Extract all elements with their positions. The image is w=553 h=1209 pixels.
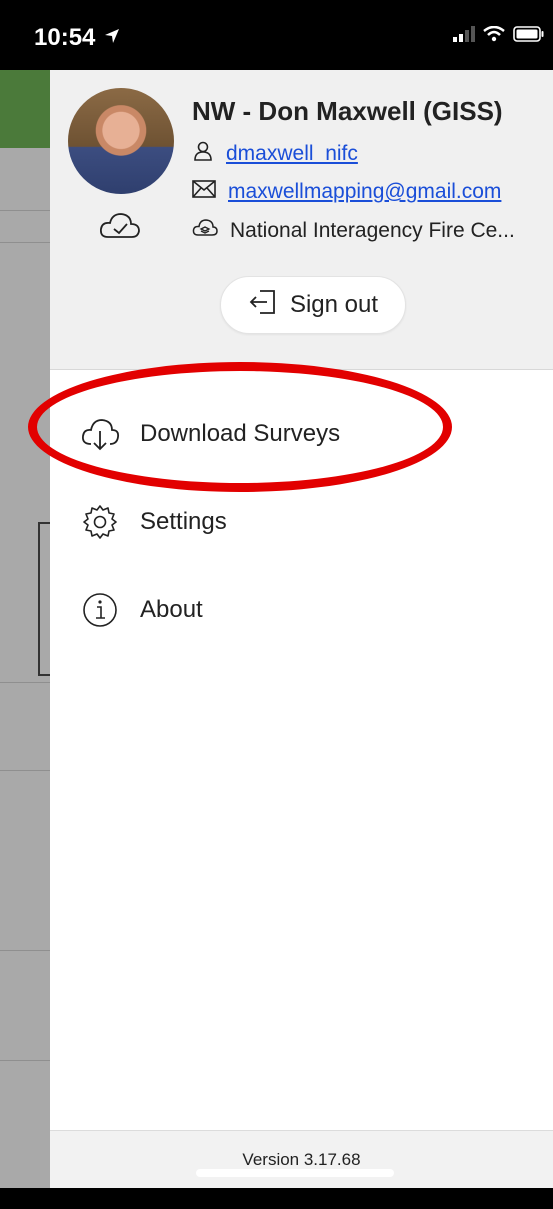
wifi-icon <box>483 25 505 47</box>
profile-header: NW - Don Maxwell (GISS) dmaxwell_nifc ma… <box>50 70 553 370</box>
menu-item-about[interactable]: About <box>50 574 553 646</box>
battery-icon <box>513 26 545 47</box>
background-divider <box>0 242 52 243</box>
home-indicator[interactable] <box>196 1169 394 1177</box>
sign-out-label: Sign out <box>289 291 379 318</box>
version-label: Version 3.17.68 <box>242 1149 361 1169</box>
menu-item-label: About <box>140 596 203 623</box>
background-divider <box>0 950 52 951</box>
status-bar: 10:54 <box>0 0 553 70</box>
signal-icon <box>453 26 475 47</box>
gear-icon <box>80 502 120 542</box>
cloud-download-icon <box>80 414 120 454</box>
cloud-layers-icon <box>192 218 218 244</box>
background-divider <box>0 682 52 683</box>
side-drawer: NW - Don Maxwell (GISS) dmaxwell_nifc ma… <box>28 70 553 1188</box>
organization-name: National Interagency Fire Ce... <box>230 219 515 242</box>
username-row: dmaxwell_nifc <box>192 140 358 168</box>
user-icon <box>192 140 214 168</box>
home-bar <box>0 1188 553 1209</box>
cloud-check-icon <box>98 210 142 247</box>
background-divider <box>0 1060 52 1061</box>
status-time: 10:54 <box>34 24 96 51</box>
email-link[interactable]: maxwellmapping@gmail.com <box>228 180 501 204</box>
background-app-bar <box>0 70 52 148</box>
sign-out-button[interactable]: Sign out <box>220 276 406 334</box>
organization-row: National Interagency Fire Ce... <box>192 218 515 244</box>
menu-item-label: Download Surveys <box>140 420 341 447</box>
status-icons <box>453 25 545 47</box>
menu-item-download-surveys[interactable]: Download Surveys <box>50 398 553 470</box>
email-row: maxwellmapping@gmail.com <box>192 180 501 204</box>
menu-item-label: Settings <box>140 508 227 535</box>
version-footer: Version 3.17.68 <box>50 1130 553 1188</box>
envelope-icon <box>192 180 216 204</box>
background-app[interactable] <box>0 70 52 1188</box>
background-divider <box>0 210 52 211</box>
user-display-name: NW - Don Maxwell (GISS) <box>192 96 503 126</box>
status-time-group: 10:54 <box>34 24 121 52</box>
sign-out-icon <box>248 287 278 324</box>
username-link[interactable]: dmaxwell_nifc <box>226 142 358 166</box>
info-icon <box>80 590 120 630</box>
location-arrow-icon <box>103 24 121 52</box>
background-divider <box>0 770 52 771</box>
menu-item-settings[interactable]: Settings <box>50 486 553 558</box>
avatar <box>68 88 174 194</box>
